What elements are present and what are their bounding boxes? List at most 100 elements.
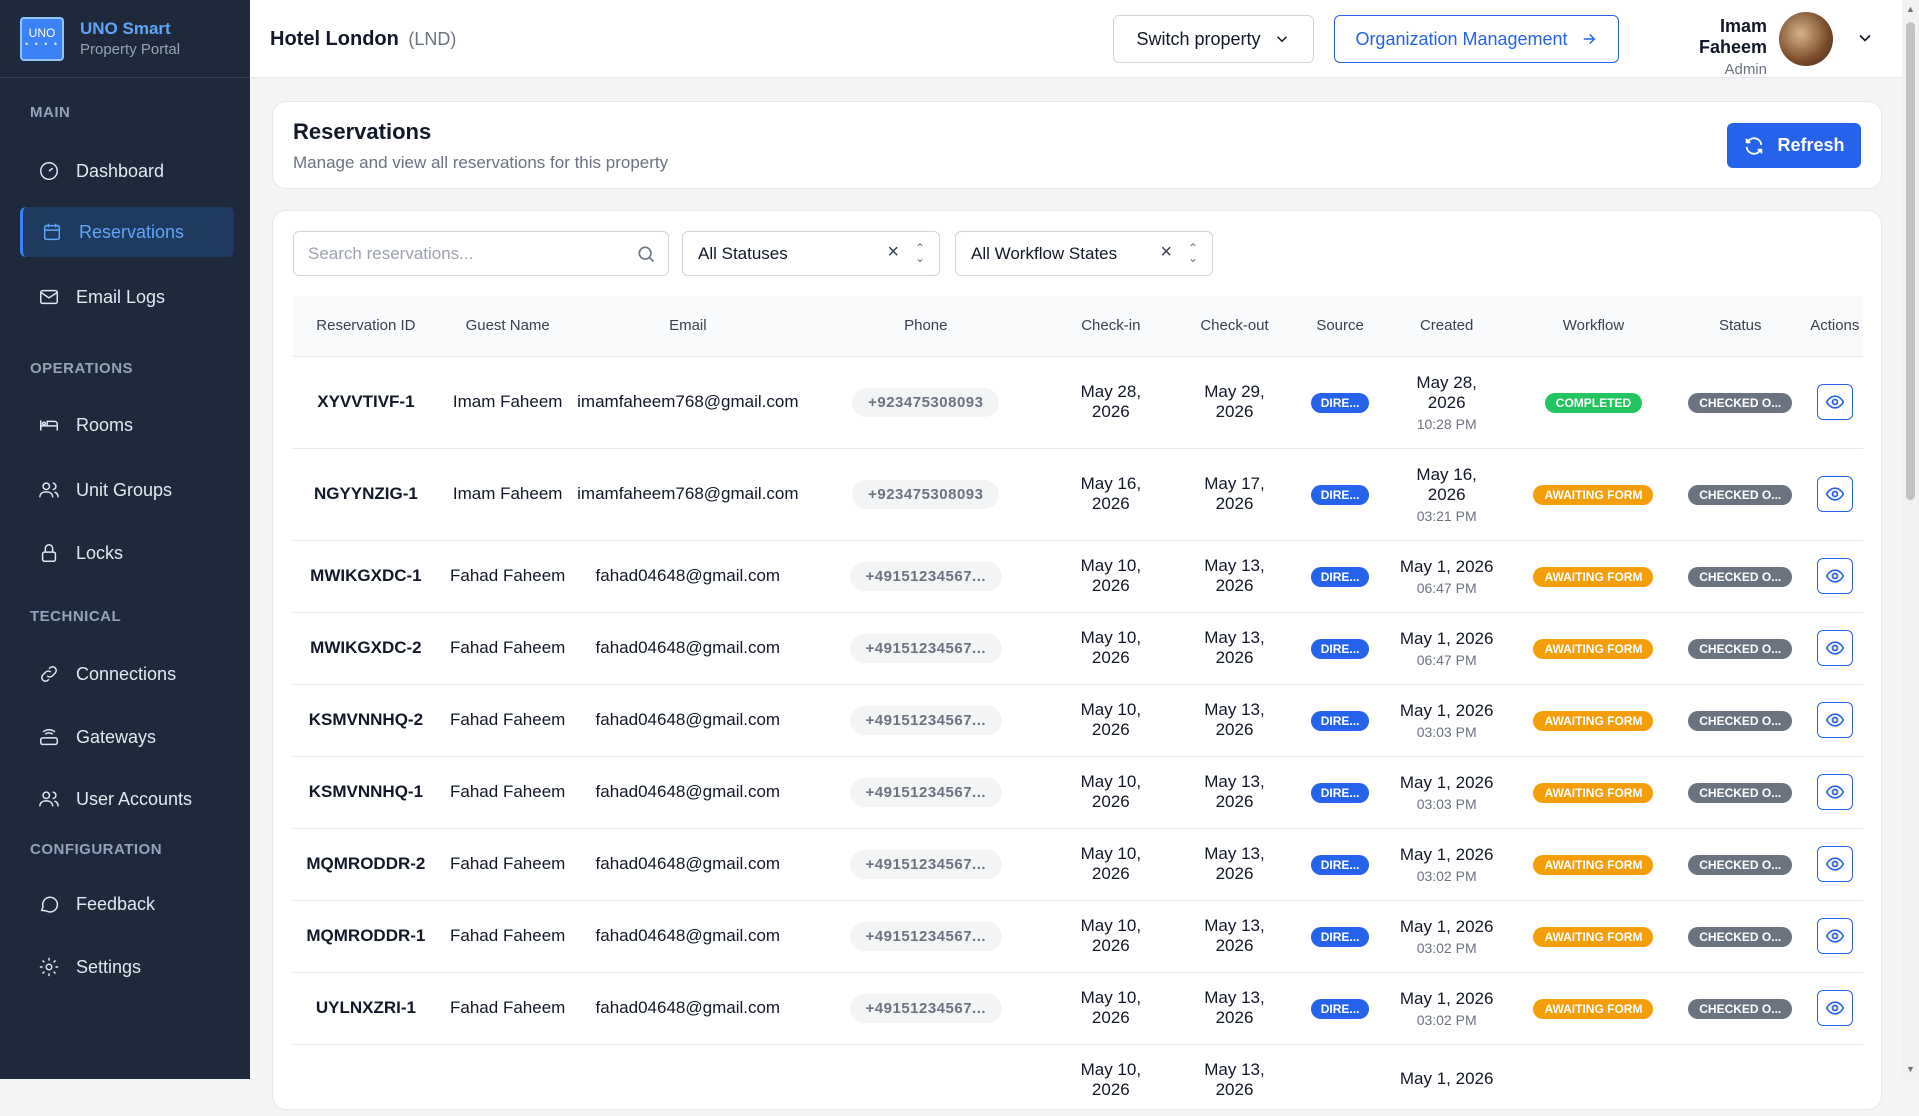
clear-icon[interactable]: × [1160,241,1172,264]
reservation-id[interactable]: MWIKGXDC-1 [310,566,421,585]
column-header[interactable]: Status [1674,296,1807,356]
user-info[interactable]: Imam Faheem Admin [1650,16,1767,78]
checkout-year: 2026 [1215,792,1254,811]
clear-icon[interactable]: × [887,241,899,264]
checkout-year: 2026 [1215,648,1254,667]
table-row[interactable]: MWIKGXDC-1 Fahad Faheem fahad04648@gmail.c… [293,539,1863,612]
guest-name: Fahad Faheem [450,710,566,729]
view-button[interactable] [1816,918,1853,954]
column-header[interactable]: Email [577,296,800,356]
checkout-year: 2026 [1215,864,1254,883]
sidebar-item-user-accounts[interactable]: User Accounts [20,774,234,824]
scroll-up-icon[interactable]: ▲ [1906,4,1915,14]
sidebar-item-email-logs[interactable]: Email Logs [20,272,234,322]
search-input[interactable] [308,243,628,264]
reservation-id[interactable]: NGYYNZIG-1 [314,484,418,503]
source-badge: DIRE... [1310,782,1370,803]
scroll-down-icon[interactable]: ▼ [1906,1064,1915,1074]
column-header[interactable]: Created [1380,296,1513,356]
sidebar-item-gateways[interactable]: Gateways [20,712,234,762]
phone-badge: +49151234567... [849,921,1003,951]
checkin-year: 2026 [1091,494,1130,513]
table-row[interactable]: MQMRODDR-1 Fahad Faheem fahad04648@gmail.c… [293,899,1863,972]
column-header[interactable]: Source [1300,296,1380,356]
table-row[interactable]: May 10, 2026 May 13, 2026 May 1, 2026 [293,1043,1863,1116]
router-icon [40,729,58,746]
column-header[interactable]: Workflow [1513,296,1674,356]
organization-management-button[interactable]: Organization Management [1334,15,1619,63]
column-header: Actions [1810,317,1860,335]
page-scrollbar[interactable]: ▲ ▼ [1902,0,1919,1079]
checkin-date-line: May 10, [1080,628,1142,647]
guest-email: fahad04648@gmail.com [595,926,781,945]
eye-icon [1825,785,1845,799]
sidebar-item-feedback[interactable]: Feedback [20,879,234,929]
view-button[interactable] [1816,774,1853,810]
column-header[interactable]: Check-out [1169,296,1300,356]
sidebar-item-settings[interactable]: Settings [20,942,234,992]
table-row[interactable]: NGYYNZIG-1 Imam Faheem imamfaheem768@gmail… [293,447,1863,540]
reservation-id[interactable]: XYVVTIVF-1 [317,392,414,411]
guest-name: Imam Faheem [452,392,563,411]
column-header[interactable]: Reservation ID [293,296,439,356]
created-date: May 1, 2026 03:03 PM [1380,773,1513,812]
table-row[interactable]: KSMVNNHQ-1 Fahad Faheem fahad04648@gmail.c… [293,755,1863,828]
reservation-id[interactable]: MQMRODDR-1 [306,926,425,945]
created-date-line: May 1, 2026 [1399,628,1494,648]
refresh-button[interactable]: Refresh [1727,123,1861,168]
workflow-badge: AWAITING FORM [1533,566,1654,587]
checkin-year: 2026 [1091,648,1130,667]
column-header[interactable]: Guest Name [439,296,577,356]
reservation-id[interactable]: MQMRODDR-2 [306,854,425,873]
table-row[interactable]: KSMVNNHQ-2 Fahad Faheem fahad04648@gmail.c… [293,683,1863,756]
column-header[interactable]: Phone [799,296,1052,356]
created-date: May 1, 2026 06:47 PM [1380,557,1513,596]
table-row[interactable]: XYVVTIVF-1 Imam Faheem imamfaheem768@gmail… [293,355,1863,448]
scrollbar-thumb[interactable] [1906,22,1915,500]
view-button[interactable] [1816,702,1853,738]
column-header[interactable]: Check-in [1053,296,1170,356]
workflow-badge: AWAITING FORM [1533,638,1654,659]
guest-name: Fahad Faheem [450,782,566,801]
sidebar-item-unit-groups[interactable]: Unit Groups [20,465,234,515]
sidebar-item-connections[interactable]: Connections [20,649,234,699]
hotel-name: Hotel London [270,28,399,50]
source-badge: DIRE... [1310,566,1370,587]
workflow-filter-select[interactable]: All Workflow States × ⌃ ⌄ [955,231,1213,276]
view-button[interactable] [1816,476,1853,512]
view-button[interactable] [1816,990,1853,1026]
created-date-line: May 1, 2026 [1399,772,1494,792]
table-row[interactable]: UYLNXZRI-1 Fahad Faheem fahad04648@gmail.c… [293,971,1863,1044]
view-button[interactable] [1816,846,1853,882]
reservation-id[interactable]: UYLNXZRI-1 [316,998,416,1017]
checkout-date-line: May 13, [1204,772,1265,791]
view-button[interactable] [1816,558,1853,594]
reservation-id[interactable]: MWIKGXDC-2 [310,638,421,657]
chevron-down-icon[interactable] [1855,28,1875,48]
status-badge: CHECKED O... [1688,484,1793,505]
switch-property-button[interactable]: Switch property [1113,15,1314,63]
refresh-icon [1746,136,1763,155]
sidebar-item-rooms[interactable]: Rooms [20,400,234,450]
view-button[interactable] [1816,630,1853,666]
reservation-id[interactable]: KSMVNNHQ-2 [309,710,423,729]
section-label-technical: TECHNICAL [30,608,122,625]
sidebar-item-label: Settings [76,956,142,977]
user-role: Admin [1724,61,1767,78]
checkin-year: 2026 [1091,576,1130,595]
table-row[interactable]: MWIKGXDC-2 Fahad Faheem fahad04648@gmail.c… [293,611,1863,684]
search-icon[interactable] [636,244,656,264]
table-row[interactable]: MQMRODDR-2 Fahad Faheem fahad04648@gmail.c… [293,827,1863,900]
view-button[interactable] [1816,384,1853,420]
status-filter-select[interactable]: All Statuses × ⌃ ⌄ [682,231,940,276]
sidebar-item-reservations[interactable]: Reservations [20,207,234,257]
status-badge: CHECKED O... [1688,998,1793,1019]
reservation-id[interactable]: KSMVNNHQ-1 [309,782,423,801]
avatar[interactable] [1779,12,1833,66]
sidebar-item-locks[interactable]: Locks [20,528,234,578]
created-date: May 16, 2026 03:21 PM [1380,465,1513,524]
checkout-date: May 13, 2026 [1169,844,1300,884]
page-title: Reservations [293,119,432,144]
eye-icon [1825,569,1845,583]
sidebar-item-dashboard[interactable]: Dashboard [20,146,234,196]
